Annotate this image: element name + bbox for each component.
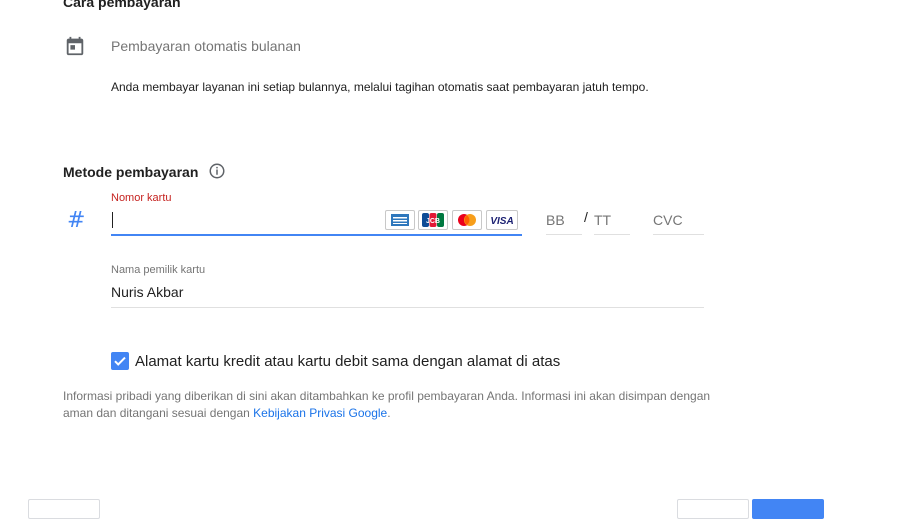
cancel-button[interactable] — [677, 499, 749, 519]
back-button[interactable] — [28, 499, 100, 519]
submit-button[interactable] — [752, 499, 824, 519]
privacy-notice: Informasi pribadi yang diberikan di sini… — [63, 388, 723, 422]
visa-logo-icon: VISA — [486, 210, 518, 230]
expiry-month-field[interactable]: BB — [546, 208, 582, 235]
cardholder-name-field[interactable]: Nuris Akbar — [111, 283, 704, 308]
checkmark-icon — [114, 356, 126, 366]
auto-payment-description: Anda membayar layanan ini setiap bulanny… — [111, 80, 649, 94]
privacy-notice-end: . — [387, 406, 391, 420]
cvc-placeholder: CVC — [653, 212, 683, 228]
card-number-label: Nomor kartu — [111, 192, 172, 204]
cardholder-name-label: Nama pemilik kartu — [111, 264, 206, 276]
payment-type-title: Cara pembayaran — [63, 0, 181, 10]
mastercard-logo-icon — [452, 210, 482, 230]
expiry-separator: / — [584, 209, 588, 225]
expiry-year-placeholder: TT — [594, 212, 612, 228]
hash-icon: # — [67, 208, 86, 233]
card-number-field[interactable]: JCB VISA — [111, 208, 522, 236]
expiry-month-placeholder: BB — [546, 212, 565, 228]
jcb-logo-icon: JCB — [418, 210, 448, 230]
cvc-field[interactable]: CVC — [653, 208, 704, 235]
calendar-icon — [66, 36, 84, 56]
payment-method-title: Metode pembayaran — [63, 164, 199, 180]
text-caret — [112, 212, 113, 228]
cardholder-name-value: Nuris Akbar — [111, 284, 184, 300]
privacy-policy-link[interactable]: Kebijakan Privasi Google — [253, 406, 387, 420]
expiry-year-field[interactable]: TT — [594, 208, 630, 235]
same-address-label[interactable]: Alamat kartu kredit atau kartu debit sam… — [135, 353, 560, 370]
auto-payment-label: Pembayaran otomatis bulanan — [111, 38, 301, 54]
svg-text:VISA: VISA — [490, 216, 513, 227]
info-icon[interactable] — [208, 162, 226, 180]
svg-text:JCB: JCB — [426, 218, 440, 225]
amex-logo-icon — [385, 210, 415, 230]
same-address-checkbox[interactable] — [111, 352, 129, 370]
card-number-input[interactable] — [111, 208, 381, 232]
